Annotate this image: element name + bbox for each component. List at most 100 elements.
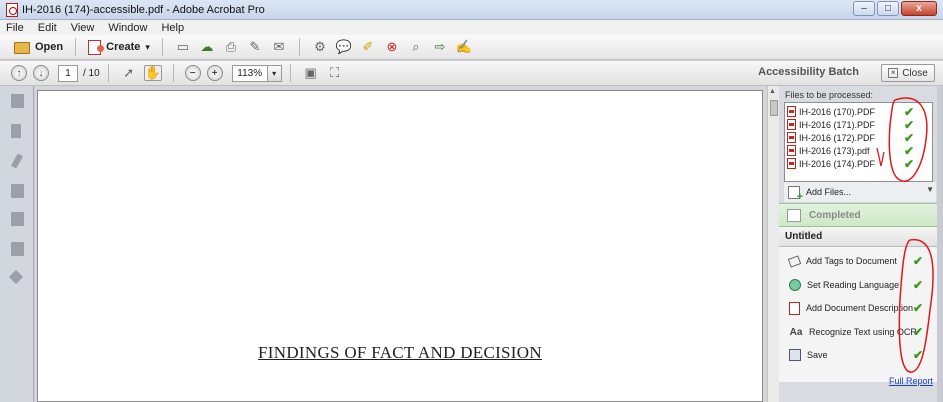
add-file-icon	[788, 185, 803, 203]
files-label: Files to be processed:	[785, 90, 874, 100]
close-panel-button[interactable]: × Close	[881, 64, 935, 82]
attachments-icon[interactable]	[10, 153, 24, 169]
action-save[interactable]: Save ✔	[789, 347, 935, 363]
minimize-button[interactable]: –	[853, 1, 875, 16]
document-heading: FINDINGS OF FACT AND DECISION	[258, 343, 542, 362]
full-screen-icon[interactable]: ⛶	[326, 65, 344, 81]
add-files-button[interactable]: Add Files... ▼	[784, 182, 936, 203]
file-name: IH-2016 (170).PDF	[799, 106, 876, 117]
full-report-link[interactable]: Full Report	[889, 376, 933, 386]
file-name: IH-2016 (172).PDF	[799, 132, 876, 143]
page-number-input[interactable]: 1	[58, 64, 78, 82]
page-total: / 10	[83, 67, 100, 79]
comment-icon[interactable]: 💬	[335, 39, 353, 55]
add-files-label: Add Files...	[806, 187, 852, 197]
pdf-file-icon	[787, 119, 796, 130]
panel-title: Accessibility Batch	[758, 66, 859, 78]
action-set-language[interactable]: Set Reading Language ✔	[789, 277, 935, 293]
file-item[interactable]: IH-2016 (171).PDF ✔	[787, 118, 930, 132]
bookmarks-icon[interactable]	[11, 124, 21, 138]
action-group-header[interactable]: Untitled	[779, 227, 937, 247]
layers-icon[interactable]	[11, 212, 24, 226]
completed-label: Completed	[809, 209, 861, 221]
scroll-thumb[interactable]	[770, 100, 778, 116]
toolbar-divider	[75, 38, 77, 56]
zoom-in-icon[interactable]: +	[206, 65, 223, 81]
open-button[interactable]: Open	[10, 37, 67, 57]
search-page-icon[interactable]: ⌕	[407, 39, 425, 55]
file-item[interactable]: IH-2016 (173).pdf ✔	[787, 143, 930, 158]
tag-icon	[787, 254, 802, 268]
chevron-down-icon: ▾	[145, 41, 150, 52]
pdf-file-icon	[787, 106, 796, 117]
description-icon	[789, 301, 800, 315]
toolbar-divider	[107, 64, 109, 82]
folder-icon	[14, 42, 30, 54]
tags-icon[interactable]	[8, 269, 24, 285]
page-thumbnails-icon[interactable]	[11, 94, 24, 108]
zoom-dropdown-icon[interactable]: ▾	[267, 64, 282, 82]
file-name: IH-2016 (171).PDF	[799, 119, 876, 130]
cloud-upload-icon[interactable]: ☁	[198, 39, 216, 55]
completed-icon	[787, 208, 801, 222]
checkmark-icon: ✔	[904, 143, 915, 158]
document-scrollbar[interactable]: ▲	[767, 86, 779, 402]
file-item[interactable]: IH-2016 (172).PDF ✔	[787, 131, 930, 145]
delete-page-icon[interactable]: ⊗	[383, 39, 401, 55]
title-bar: IH-2016 (174)-accessible.pdf - Adobe Acr…	[0, 0, 943, 20]
menu-window[interactable]: Window	[106, 22, 149, 34]
email-icon[interactable]: ✉	[270, 39, 288, 55]
accessibility-batch-panel: Files to be processed: IH-2016 (170).PDF…	[779, 86, 943, 402]
highlight-icon[interactable]: ✐	[359, 39, 377, 55]
previous-page-icon[interactable]: ↑	[11, 65, 27, 81]
close-icon: ×	[888, 68, 899, 78]
file-item[interactable]: IH-2016 (174).PDF ✔	[787, 156, 930, 171]
zoom-out-icon[interactable]: −	[184, 65, 201, 81]
export-icon[interactable]: ⇨	[431, 39, 449, 55]
toolbar-divider	[161, 38, 163, 56]
open-label: Open	[35, 41, 64, 53]
file-name: IH-2016 (174).PDF	[799, 158, 876, 169]
toolbar-divider	[172, 64, 174, 82]
checkmark-icon: ✔	[904, 156, 915, 171]
window-controls: – □ x	[853, 1, 937, 16]
print-icon[interactable]: ⎙	[222, 39, 240, 55]
panel-scrollbar[interactable]	[937, 86, 943, 402]
menu-edit[interactable]: Edit	[36, 22, 59, 34]
acrobat-app-icon	[6, 2, 18, 17]
menu-view[interactable]: View	[69, 22, 97, 34]
menu-help[interactable]: Help	[159, 22, 186, 34]
action-list: Add Tags to Document ✔ Set Reading Langu…	[779, 247, 937, 382]
close-window-button[interactable]: x	[901, 1, 937, 16]
action-add-description[interactable]: Add Document Description ✔	[789, 300, 935, 316]
chevron-down-icon[interactable]: ▼	[926, 185, 934, 194]
document-viewer: FINDINGS OF FACT AND DECISION	[35, 86, 767, 402]
next-page-icon[interactable]: ↓	[33, 65, 49, 81]
menu-file[interactable]: File	[4, 22, 26, 34]
document-page: FINDINGS OF FACT AND DECISION	[37, 90, 763, 402]
file-item[interactable]: IH-2016 (170).PDF ✔	[787, 105, 930, 119]
zoom-level-input[interactable]: 113%	[231, 64, 268, 82]
language-icon	[789, 279, 801, 291]
pdf-file-icon	[787, 145, 796, 156]
action-label: Set Reading Language	[807, 280, 900, 290]
maximize-button[interactable]: □	[877, 1, 899, 16]
hand-tool-icon[interactable]: ✋	[143, 65, 162, 81]
action-add-tags[interactable]: Add Tags to Document ✔	[787, 253, 935, 269]
sign-icon[interactable]: ✍	[455, 39, 473, 55]
model-tree-icon[interactable]	[11, 242, 24, 256]
scroll-up-icon[interactable]: ▲	[769, 88, 776, 95]
file-name: IH-2016 (173).pdf	[799, 145, 870, 156]
file-list: IH-2016 (170).PDF ✔ IH-2016 (171).PDF ✔ …	[784, 102, 933, 182]
save-icon[interactable]: ▭	[174, 39, 192, 55]
select-cursor-icon[interactable]: ➚	[120, 65, 138, 81]
action-recognize-ocr[interactable]: Aa Recognize Text using OCR ✔	[789, 324, 935, 340]
create-pdf-icon	[88, 39, 105, 55]
navigation-pane	[0, 86, 34, 402]
signatures-icon[interactable]	[11, 184, 24, 198]
gear-icon[interactable]: ⚙	[311, 39, 329, 55]
edit-icon[interactable]: ✎	[246, 39, 264, 55]
save-icon	[789, 349, 801, 361]
create-button[interactable]: Create ▾	[84, 37, 154, 57]
fit-page-icon[interactable]: ▣	[302, 65, 320, 81]
